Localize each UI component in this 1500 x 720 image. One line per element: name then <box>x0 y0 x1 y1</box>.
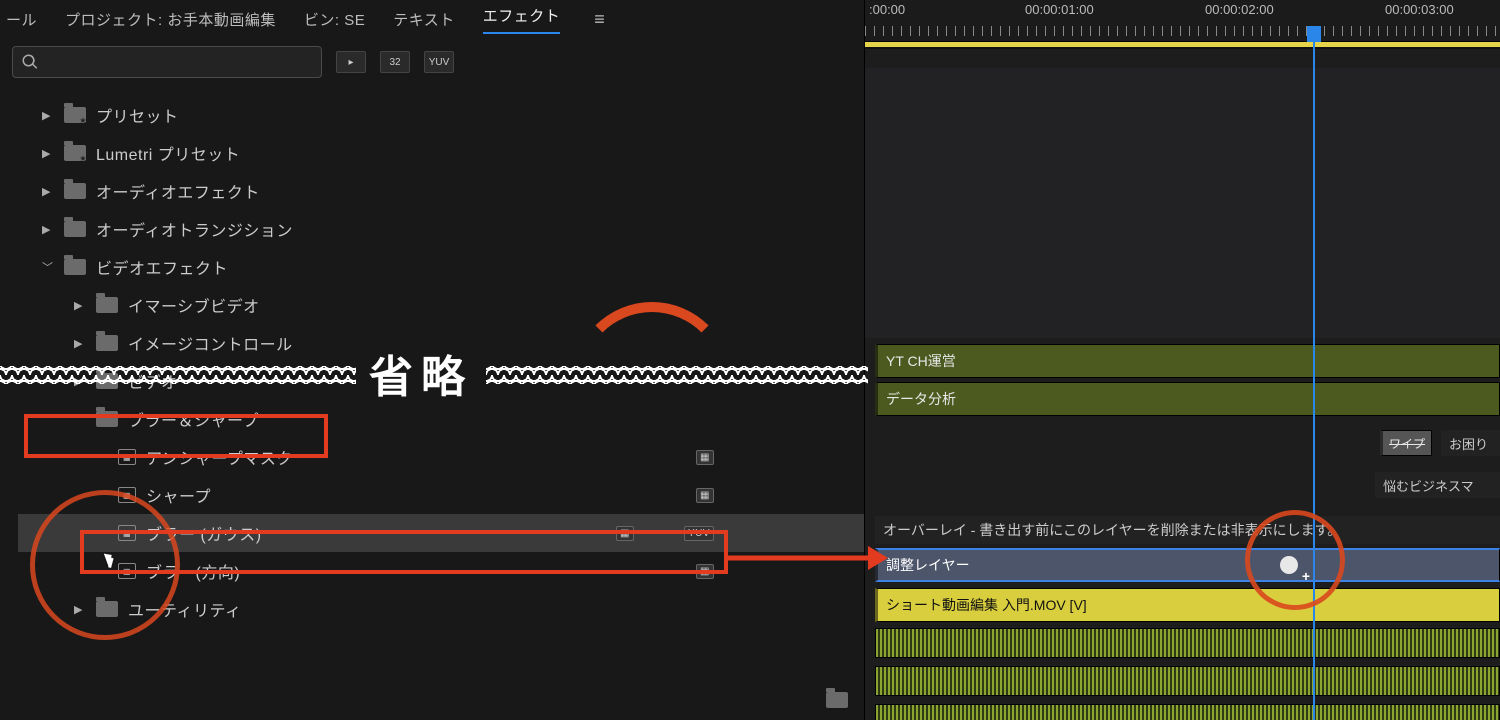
label: ビデオエフェクト <box>96 255 228 279</box>
badge-accel-icon: ▦ <box>696 488 714 503</box>
folder-lumetri[interactable]: ▶Lumetri プリセット <box>18 134 864 172</box>
folder-utility[interactable]: ▶ユーティリティ <box>18 590 864 628</box>
search-input[interactable] <box>45 54 313 71</box>
clip-audio-waveform[interactable] <box>875 704 1500 720</box>
label: ブラー (ガウス) <box>146 521 262 545</box>
filter-yuv-icon[interactable]: YUV <box>424 51 454 73</box>
clip-label: 悩むビジネスマ <box>1383 476 1474 495</box>
clip-wipe[interactable]: ワイプ <box>1380 430 1432 456</box>
panel-menu-icon[interactable]: ≡ <box>594 9 605 30</box>
clip-adjustment-layer[interactable]: 調整レイヤー <box>875 548 1500 582</box>
folder-audio-transition[interactable]: ▶オーディオトランジション <box>18 210 864 248</box>
clip-video[interactable]: ショート動画編集 入門.MOV [V] <box>875 588 1500 622</box>
clip-audio-waveform[interactable] <box>875 628 1500 658</box>
badge-accel-icon: ▦ <box>696 564 714 579</box>
annotation-arrow-icon <box>728 538 888 578</box>
label: プリセット <box>96 103 179 127</box>
ruler-ticks <box>865 26 1500 36</box>
effect-unsharp-mask[interactable]: ▶▦アンシャープマスク▦ <box>18 438 864 476</box>
clip-audio-waveform[interactable] <box>875 666 1500 696</box>
clip-label: 調整レイヤー <box>886 555 970 575</box>
panel-tabs: ール プロジェクト: お手本動画編集 ビン: SE テキスト エフェクト ≡ <box>0 0 864 38</box>
ruler-tick-label: 00:00:02:00 <box>1205 2 1274 17</box>
clip-label: ショート動画編集 入門.MOV [V] <box>886 595 1087 615</box>
tab-bin[interactable]: ビン: SE <box>304 9 365 30</box>
tab-project[interactable]: プロジェクト: お手本動画編集 <box>65 9 276 30</box>
badge-accel-icon: ▦ <box>616 526 634 541</box>
badge-accel-icon: ▦ <box>696 450 714 465</box>
effect-sharpen[interactable]: ▶▦シャープ▦ <box>18 476 864 514</box>
clip-label: ワイプ <box>1389 435 1425 452</box>
label: Lumetri プリセット <box>96 141 240 165</box>
work-area-bar[interactable] <box>865 42 1500 49</box>
badge-yuv-icon: YUV <box>684 526 714 541</box>
label: シャープ <box>146 483 211 507</box>
filter-accelerated-icon[interactable]: ▸ <box>336 51 366 73</box>
tab-text[interactable]: テキスト <box>393 9 455 30</box>
ruler-tick-label: 00:00:03:00 <box>1385 2 1454 17</box>
label: オーディオエフェクト <box>96 179 260 203</box>
search-input-wrap[interactable] <box>12 46 322 78</box>
folder-presets[interactable]: ▶プリセット <box>18 96 864 134</box>
label: イメージコントロール <box>128 331 293 355</box>
clip-graphic[interactable]: YT CH運営 <box>875 344 1500 378</box>
folder-blur-sharp[interactable]: ﹀ブラー＆シャープ <box>18 400 864 438</box>
ruler-tick-label: :00:00 <box>869 2 905 17</box>
clip-label: YT CH運営 <box>886 351 956 371</box>
timeline-panel: :00:00 00:00:01:00 00:00:02:00 00:00:03:… <box>865 0 1500 720</box>
clip-graphic[interactable]: お困り <box>1441 430 1500 456</box>
tab-truncated[interactable]: ール <box>6 9 37 30</box>
ruler-tick-label: 00:00:01:00 <box>1025 2 1094 17</box>
clip-label: データ分析 <box>886 389 956 409</box>
new-bin-icon[interactable] <box>826 692 848 708</box>
folder-audio-fx[interactable]: ▶オーディオエフェクト <box>18 172 864 210</box>
label: ブラー＆シャープ <box>128 407 259 431</box>
clip-label: オーバーレイ - 書き出す前にこのレイヤーを削除または非表示にします。 <box>883 520 1341 540</box>
clip-graphic[interactable]: データ分析 <box>875 382 1500 416</box>
time-ruler[interactable]: :00:00 00:00:01:00 00:00:02:00 00:00:03:… <box>865 0 1500 42</box>
playhead-line[interactable] <box>1313 42 1315 720</box>
clip-overlay-note[interactable]: オーバーレイ - 書き出す前にこのレイヤーを削除または非表示にします。 <box>875 516 1500 544</box>
tab-effects[interactable]: エフェクト <box>483 5 561 34</box>
label: イマーシブビデオ <box>128 293 260 317</box>
label: ユーティリティ <box>128 597 242 621</box>
search-icon <box>21 53 39 71</box>
filter-32bit-icon[interactable]: 32 <box>380 51 410 73</box>
label: オーディオトランジション <box>96 217 293 241</box>
folder-immersive[interactable]: ▶イマーシブビデオ <box>18 286 864 324</box>
drag-cursor-icon <box>1280 556 1298 574</box>
annotation-omitted-label: 省略 <box>356 350 486 396</box>
clip-graphic[interactable]: 悩むビジネスマ <box>1375 472 1500 498</box>
label: ブラー(方向) <box>146 559 240 583</box>
track-empty[interactable] <box>865 68 1500 338</box>
clip-label: お困り <box>1449 434 1488 453</box>
label: アンシャープマスク <box>146 445 293 469</box>
folder-video-fx[interactable]: ﹀ビデオエフェクト <box>18 248 864 286</box>
playhead-icon[interactable] <box>1307 26 1321 42</box>
